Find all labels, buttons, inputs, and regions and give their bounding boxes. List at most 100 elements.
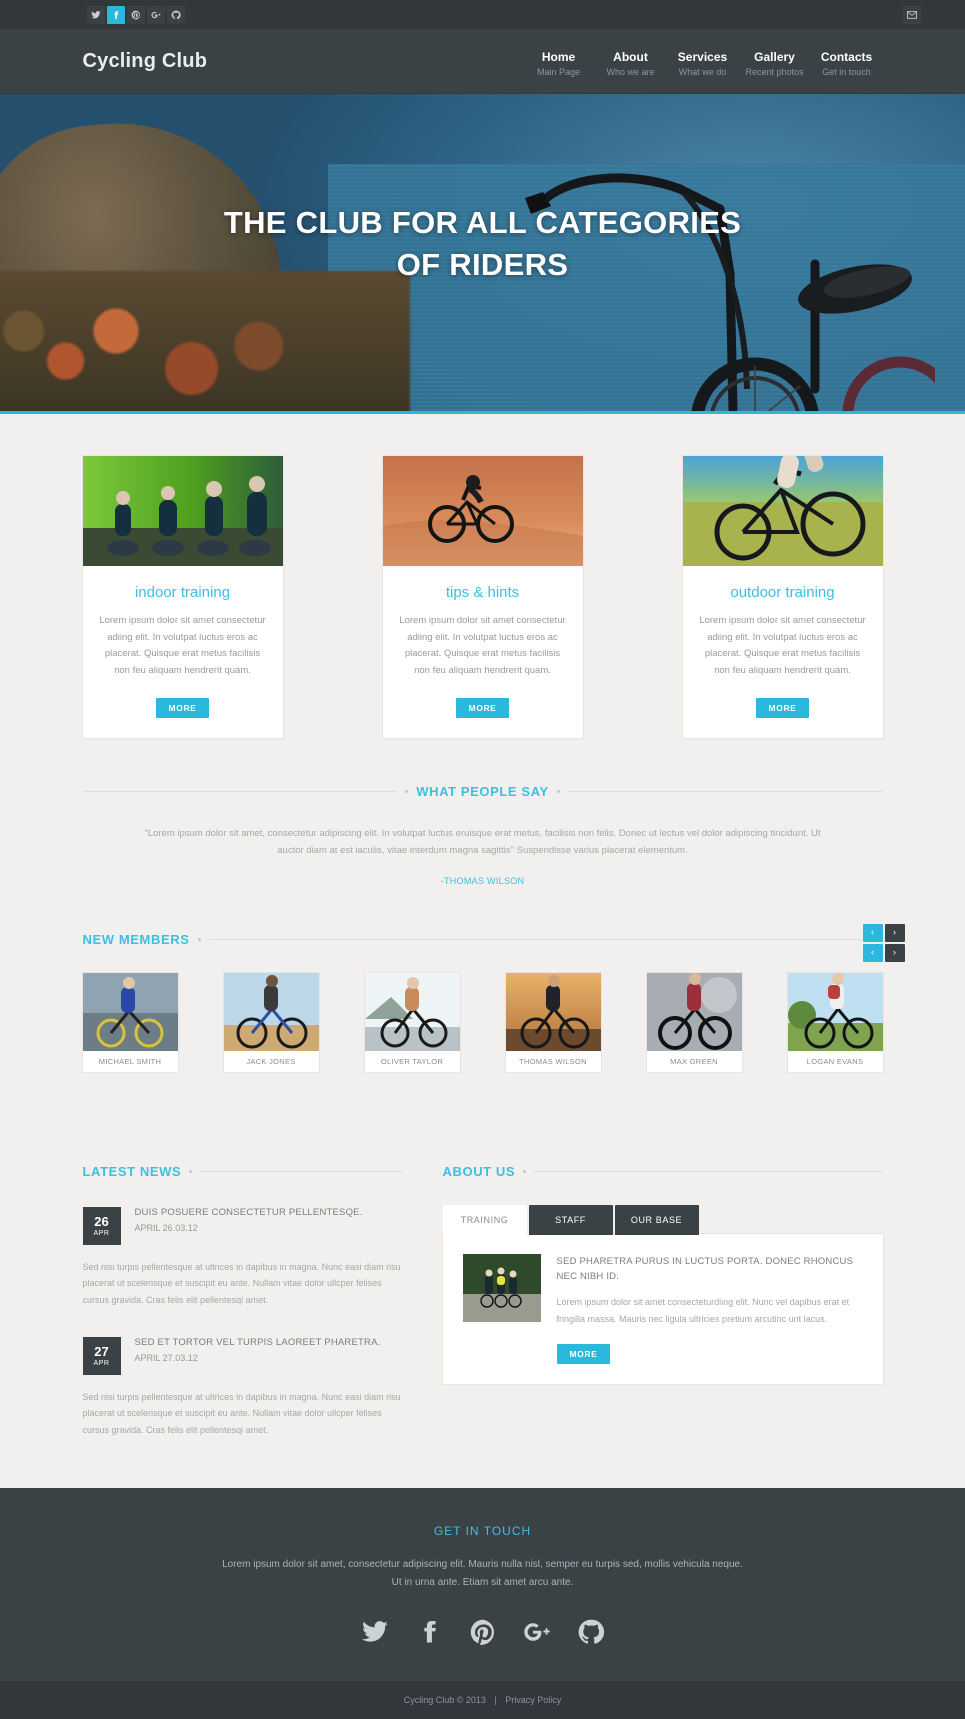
hero-title-line-2: OF RIDERS bbox=[396, 246, 569, 282]
privacy-policy-link[interactable]: Privacy Policy bbox=[505, 1695, 561, 1705]
nav-item-services[interactable]: Services What we do bbox=[667, 50, 739, 77]
feature-card-outdoor-training: outdoor training Lorem ipsum dolor sit a… bbox=[682, 456, 883, 738]
divider-line bbox=[200, 1170, 403, 1172]
member-photo bbox=[787, 972, 883, 1051]
github-icon[interactable] bbox=[577, 1618, 605, 1651]
about-tabs: TRAINING STAFF OUR BASE bbox=[442, 1204, 883, 1235]
member-name: MICHAEL SMITH bbox=[98, 1056, 162, 1066]
latest-news-section-title: LATEST NEWS bbox=[83, 1164, 403, 1179]
section-heading: LATEST NEWS bbox=[82, 1163, 182, 1179]
nav-subtitle: Recent photos bbox=[745, 67, 804, 77]
hero-title: THE CLUB FOR ALL CATEGORIES OF RIDERS bbox=[0, 202, 965, 286]
news-day: 26 bbox=[94, 1213, 109, 1229]
member-card[interactable]: OLIVER TAYLOR bbox=[364, 972, 460, 1072]
card-more-button[interactable]: MORE bbox=[155, 697, 210, 718]
member-card[interactable]: MAX GREEN bbox=[646, 972, 742, 1072]
news-item[interactable]: 26 APR DUIS POSUERE CONSECTETUR PELLENTE… bbox=[82, 1206, 403, 1245]
news-body: Sed nisi turpis pellentesque at ultrices… bbox=[82, 1391, 401, 1435]
card-more-button[interactable]: MORE bbox=[755, 697, 810, 718]
news-heading-block: DUIS POSUERE CONSECTETUR PELLENTESQE. AP… bbox=[135, 1207, 363, 1245]
divider-line-left bbox=[82, 790, 398, 792]
top-bar bbox=[0, 0, 965, 29]
card-text: Lorem ipsum dolor sit amet consectetur a… bbox=[399, 615, 566, 676]
member-name: LOGAN EVANS bbox=[806, 1056, 864, 1066]
nav-title: Gallery bbox=[754, 50, 795, 64]
feature-card-tips-hints: tips & hints Lorem ipsum dolor sit amet … bbox=[382, 456, 583, 738]
news-date-badge: 26 APR bbox=[82, 1206, 121, 1245]
news-month: APR bbox=[93, 1229, 110, 1237]
main-navigation: Home Main Page About Who we are Services… bbox=[523, 46, 883, 77]
hero-foliage bbox=[0, 271, 410, 411]
footer-heading: GET IN TOUCH bbox=[433, 1524, 532, 1539]
facebook-icon[interactable] bbox=[106, 5, 125, 24]
member-name: JACK JONES bbox=[246, 1056, 296, 1066]
about-more-button[interactable]: MORE bbox=[556, 1344, 611, 1365]
twitter-icon[interactable] bbox=[361, 1618, 389, 1651]
card-text: Lorem ipsum dolor sit amet consectetur a… bbox=[699, 615, 866, 676]
nav-title: About bbox=[613, 50, 648, 64]
carousel-prev-button-bottom[interactable]: ‹ bbox=[862, 943, 883, 962]
site-header: Cycling Club Home Main Page About Who we… bbox=[0, 29, 965, 94]
news-month: APR bbox=[93, 1359, 110, 1367]
topbar-social-list bbox=[86, 5, 185, 24]
site-logo[interactable]: Cycling Club bbox=[83, 50, 208, 73]
divider-dot bbox=[523, 1169, 527, 1173]
feature-cards: indoor training Lorem ipsum dolor sit am… bbox=[82, 414, 883, 738]
member-card[interactable]: MICHAEL SMITH bbox=[82, 972, 178, 1072]
section-heading: ABOUT US bbox=[442, 1163, 516, 1179]
facebook-icon[interactable] bbox=[415, 1618, 443, 1651]
latest-news-column: LATEST NEWS 26 APR DUIS POSUERE CONSECTE… bbox=[82, 1118, 403, 1439]
divider-dot bbox=[189, 1169, 193, 1173]
member-card[interactable]: LOGAN EVANS bbox=[787, 972, 883, 1072]
about-panel-text-block: SED PHARETRA PURUS IN LUCTUS PORTA. DONE… bbox=[556, 1254, 863, 1365]
member-photo bbox=[364, 972, 460, 1051]
tab-training[interactable]: TRAINING bbox=[442, 1204, 527, 1235]
copyright-bar: Cycling Club © 2013 | Privacy Policy bbox=[0, 1681, 965, 1719]
members-carousel-nav: ‹ › ‹ › bbox=[862, 923, 905, 962]
member-card[interactable]: JACK JONES bbox=[223, 972, 319, 1072]
nav-title: Contacts bbox=[820, 50, 873, 64]
divider-dot-right bbox=[556, 789, 560, 793]
tab-staff[interactable]: STAFF bbox=[528, 1204, 613, 1235]
news-item[interactable]: 27 APR SED ET TORTOR VEL TURPIS LAOREET … bbox=[82, 1336, 403, 1375]
news-date-badge: 27 APR bbox=[82, 1336, 121, 1375]
googleplus-icon[interactable] bbox=[523, 1618, 551, 1651]
card-text: Lorem ipsum dolor sit amet consectetur a… bbox=[99, 615, 266, 676]
new-members-section-title: NEW MEMBERS bbox=[83, 932, 883, 947]
hero-title-line-1: THE CLUB FOR ALL CATEGORIES bbox=[223, 205, 742, 240]
news-title[interactable]: SED ET TORTOR VEL TURPIS LAOREET PHARETR… bbox=[135, 1337, 381, 1348]
nav-item-contacts[interactable]: Contacts Get in touch bbox=[811, 50, 883, 77]
divider-line bbox=[534, 1170, 883, 1172]
carousel-next-button-top[interactable]: › bbox=[884, 923, 905, 942]
nav-subtitle: Get in touch bbox=[822, 67, 871, 77]
nav-item-home[interactable]: Home Main Page bbox=[523, 50, 595, 77]
member-name: THOMAS WILSON bbox=[519, 1056, 587, 1066]
footer-social-list bbox=[83, 1618, 883, 1651]
section-heading: WHAT PEOPLE SAY bbox=[416, 783, 549, 799]
card-title: outdoor training bbox=[730, 584, 835, 601]
carousel-prev-button-top[interactable]: ‹ bbox=[862, 923, 883, 942]
member-photo bbox=[505, 972, 601, 1051]
feature-card-indoor-training: indoor training Lorem ipsum dolor sit am… bbox=[82, 456, 283, 738]
testimonial-section-title: WHAT PEOPLE SAY bbox=[82, 783, 883, 799]
nav-subtitle: What we do bbox=[678, 67, 727, 77]
news-subtitle: APRIL 27.03.12 bbox=[134, 1352, 198, 1363]
testimonial-block: "Lorem ipsum dolor sit amet, consectetur… bbox=[83, 799, 883, 886]
member-name: MAX GREEN bbox=[670, 1056, 718, 1066]
twitter-icon[interactable] bbox=[86, 5, 105, 24]
news-title[interactable]: DUIS POSUERE CONSECTETUR PELLENTESQE. bbox=[135, 1207, 363, 1218]
member-card[interactable]: THOMAS WILSON bbox=[505, 972, 601, 1072]
github-icon[interactable] bbox=[166, 5, 185, 24]
nav-subtitle: Who we are bbox=[606, 67, 655, 77]
about-panel-image bbox=[462, 1253, 541, 1322]
mail-icon[interactable] bbox=[902, 5, 921, 24]
copyright-text: Cycling Club © 2013 bbox=[403, 1695, 486, 1706]
googleplus-icon[interactable] bbox=[146, 5, 165, 24]
card-more-button[interactable]: MORE bbox=[455, 697, 510, 718]
nav-item-about[interactable]: About Who we are bbox=[595, 50, 667, 77]
pinterest-icon[interactable] bbox=[126, 5, 145, 24]
pinterest-icon[interactable] bbox=[469, 1618, 497, 1651]
nav-item-gallery[interactable]: Gallery Recent photos bbox=[739, 50, 811, 77]
carousel-next-button-bottom[interactable]: › bbox=[884, 943, 905, 962]
tab-our-base[interactable]: OUR BASE bbox=[614, 1204, 699, 1235]
